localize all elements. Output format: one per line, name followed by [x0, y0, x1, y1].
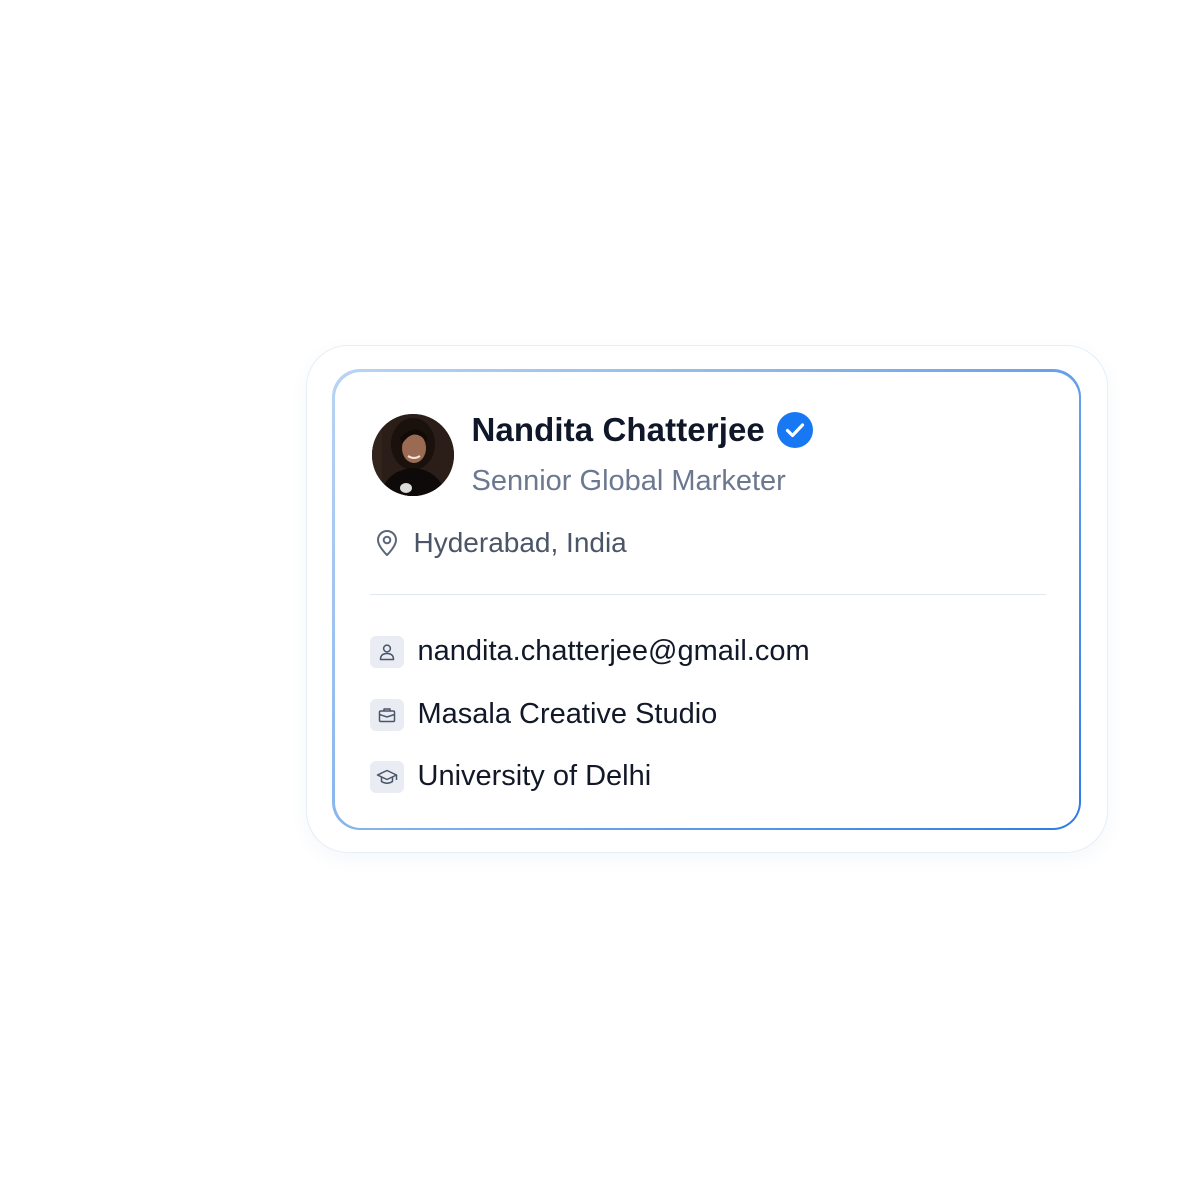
map-pin-icon — [376, 529, 397, 556]
verified-check-icon — [776, 411, 813, 448]
profile-card: Nandita Chatterjee Sennior Global Market… — [334, 371, 1079, 828]
company-text: Masala Creative Studio — [417, 698, 718, 730]
user-icon — [369, 635, 404, 668]
profile-name: Nandita Chatterjee — [471, 410, 765, 448]
email-text[interactable]: nandita.chatterjee@gmail.com — [418, 635, 810, 668]
profile-location: Hyderabad, India — [372, 525, 627, 561]
avatar[interactable] — [371, 413, 454, 496]
divider — [369, 593, 1046, 595]
education-text: University of Delhi — [417, 760, 652, 792]
company-row[interactable]: Masala Creative Studio — [369, 697, 718, 733]
education-row[interactable]: University of Delhi — [369, 759, 652, 795]
avatar-photo — [371, 413, 454, 496]
profile-card-border: Nandita Chatterjee Sennior Global Market… — [332, 369, 1081, 830]
email-row[interactable]: nandita.chatterjee@gmail.com — [369, 634, 810, 670]
name-row: Nandita Chatterjee — [472, 410, 813, 450]
graduation-cap-icon — [369, 760, 404, 793]
briefcase-icon — [369, 698, 404, 731]
location-label: Hyderabad, India — [413, 526, 627, 558]
profile-role: Sennior Global Marketer — [471, 464, 786, 497]
